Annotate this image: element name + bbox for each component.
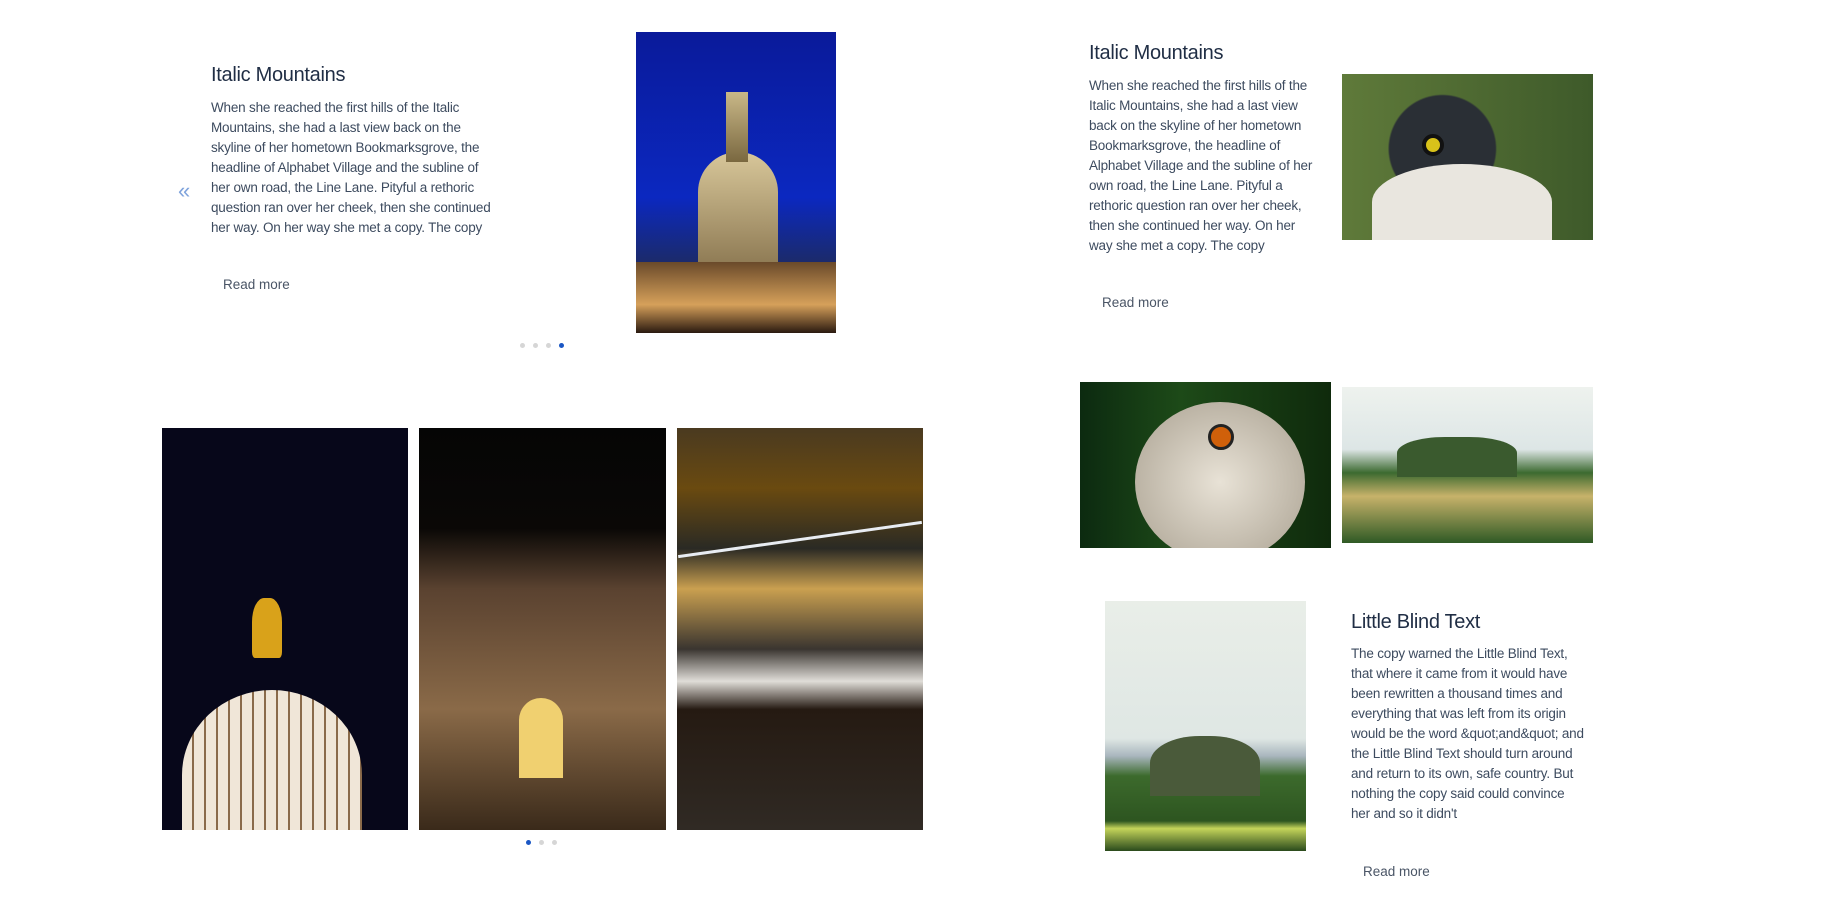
carousel-dot-2[interactable] — [533, 343, 538, 348]
gallery-dot-2[interactable] — [539, 840, 544, 845]
card-text: The copy warned the Little Blind Text, t… — [1351, 646, 1584, 821]
read-more-link[interactable]: Read more — [1363, 864, 1430, 879]
gallery-dot-1-active[interactable] — [526, 840, 531, 845]
slide-text: When she reached the first hills of the … — [211, 100, 491, 235]
light-trails-image — [677, 428, 923, 830]
carousel-dot-4-active[interactable] — [559, 343, 564, 348]
golden-angel-dome-image — [162, 428, 408, 830]
card-text: When she reached the first hills of the … — [1089, 78, 1313, 253]
gallery-dot-3[interactable] — [552, 840, 557, 845]
read-more-link[interactable]: Read more — [1102, 295, 1169, 310]
slide-title: Italic Mountains — [211, 64, 346, 86]
carousel-top-left: « Italic Mountains When she reached the … — [150, 20, 870, 360]
carousel-dot-1[interactable] — [520, 343, 525, 348]
card-title: Little Blind Text — [1351, 611, 1481, 633]
carousel-prev-button[interactable]: « — [178, 178, 190, 204]
church-night-image — [636, 32, 836, 333]
read-more-link[interactable]: Read more — [223, 277, 290, 292]
carousel-dot-3[interactable] — [546, 343, 551, 348]
mountain-landscape-image — [1342, 387, 1593, 543]
opera-house-night-image — [419, 428, 666, 830]
falcon-image — [1342, 74, 1593, 240]
card-title: Italic Mountains — [1089, 42, 1224, 64]
owl-image — [1080, 382, 1331, 548]
table-mountain-image — [1105, 601, 1306, 851]
